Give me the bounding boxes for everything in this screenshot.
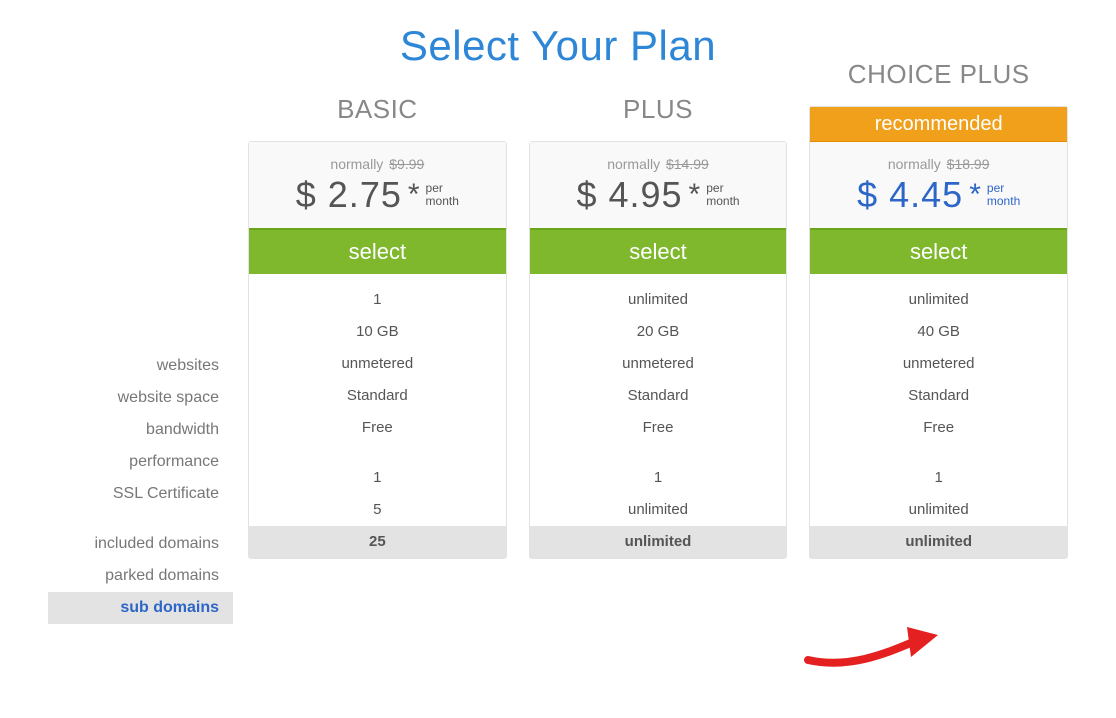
spec-value: unlimited [530,494,787,526]
plan-specs: unlimited40 GBunmeteredStandardFree1unli… [810,274,1067,558]
plan-name: BASIC [249,94,506,125]
spec-value: 25 [249,526,506,558]
feature-label: performance [48,446,233,478]
plan-card: CHOICE PLUSrecommendednormally $18.99$ 4… [809,106,1068,559]
spec-value: Standard [530,380,787,412]
plan-name: PLUS [530,94,787,125]
spec-value: unlimited [810,494,1067,526]
spec-value: 1 [810,462,1067,494]
feature-label: parked domains [48,560,233,592]
spec-value: 1 [249,462,506,494]
plan-name: CHOICE PLUS [810,59,1067,90]
spec-value: unmetered [810,348,1067,380]
select-button[interactable]: select [249,228,506,274]
per-month-label: permonth [987,182,1020,208]
spec-value: Free [810,412,1067,444]
spec-value: unmetered [249,348,506,380]
normally-text: normally $18.99 [810,156,1067,172]
select-button[interactable]: select [810,228,1067,274]
spec-value: Free [249,412,506,444]
old-price: $14.99 [666,156,709,172]
old-price: $18.99 [947,156,990,172]
select-button[interactable]: select [530,228,787,274]
price-box: normally $9.99 $ 2.75*permonth [249,142,506,228]
feature-label: website space [48,382,233,414]
feature-label: included domains [48,528,233,560]
spacer [530,444,787,462]
per-month-label: permonth [706,182,739,208]
plan-specs: 110 GBunmeteredStandardFree1525 [249,274,506,558]
feature-label: bandwidth [48,414,233,446]
plan-cards-row: BASICnormally $9.99$ 2.75*permonthselect… [248,140,1068,559]
spec-value: 20 GB [530,316,787,348]
price: $ 4.95 [576,174,682,216]
plan-card: PLUSnormally $14.99$ 4.95*permonthselect… [529,141,788,559]
feature-label: SSL Certificate [48,478,233,510]
spec-value: 1 [530,462,787,494]
feature-label: sub domains [48,592,233,624]
old-price: $9.99 [389,156,424,172]
spec-value: Standard [249,380,506,412]
spec-value: unmetered [530,348,787,380]
annotation-arrow-icon [803,615,943,675]
spec-value: 1 [249,284,506,316]
spacer [810,444,1067,462]
spec-value: unlimited [530,284,787,316]
price: $ 4.45 [857,174,963,216]
price-line: $ 2.75*permonth [249,174,506,216]
spacer [48,510,233,528]
feature-labels: websiteswebsite spacebandwidthperformanc… [48,140,233,624]
per-month-label: permonth [426,182,459,208]
price-line: $ 4.45*permonth [810,174,1067,216]
normally-text: normally $14.99 [530,156,787,172]
spec-value: unlimited [530,526,787,558]
spec-value: 5 [249,494,506,526]
spec-value: Free [530,412,787,444]
spec-value: Standard [810,380,1067,412]
price-box: normally $14.99 $ 4.95*permonth [530,142,787,228]
spec-value: unlimited [810,526,1067,558]
price: $ 2.75 [296,174,402,216]
recommended-badge: recommended [810,107,1067,142]
spacer [249,444,506,462]
spacer [48,140,233,350]
plan-specs: unlimited20 GBunmeteredStandardFree1unli… [530,274,787,558]
spec-value: unlimited [810,284,1067,316]
plan-card: BASICnormally $9.99$ 2.75*permonthselect… [248,141,507,559]
normally-text: normally $9.99 [249,156,506,172]
price-line: $ 4.95*permonth [530,174,787,216]
feature-label: websites [48,350,233,382]
price-box: normally $18.99 $ 4.45*permonth [810,142,1067,228]
spec-value: 10 GB [249,316,506,348]
spec-value: 40 GB [810,316,1067,348]
